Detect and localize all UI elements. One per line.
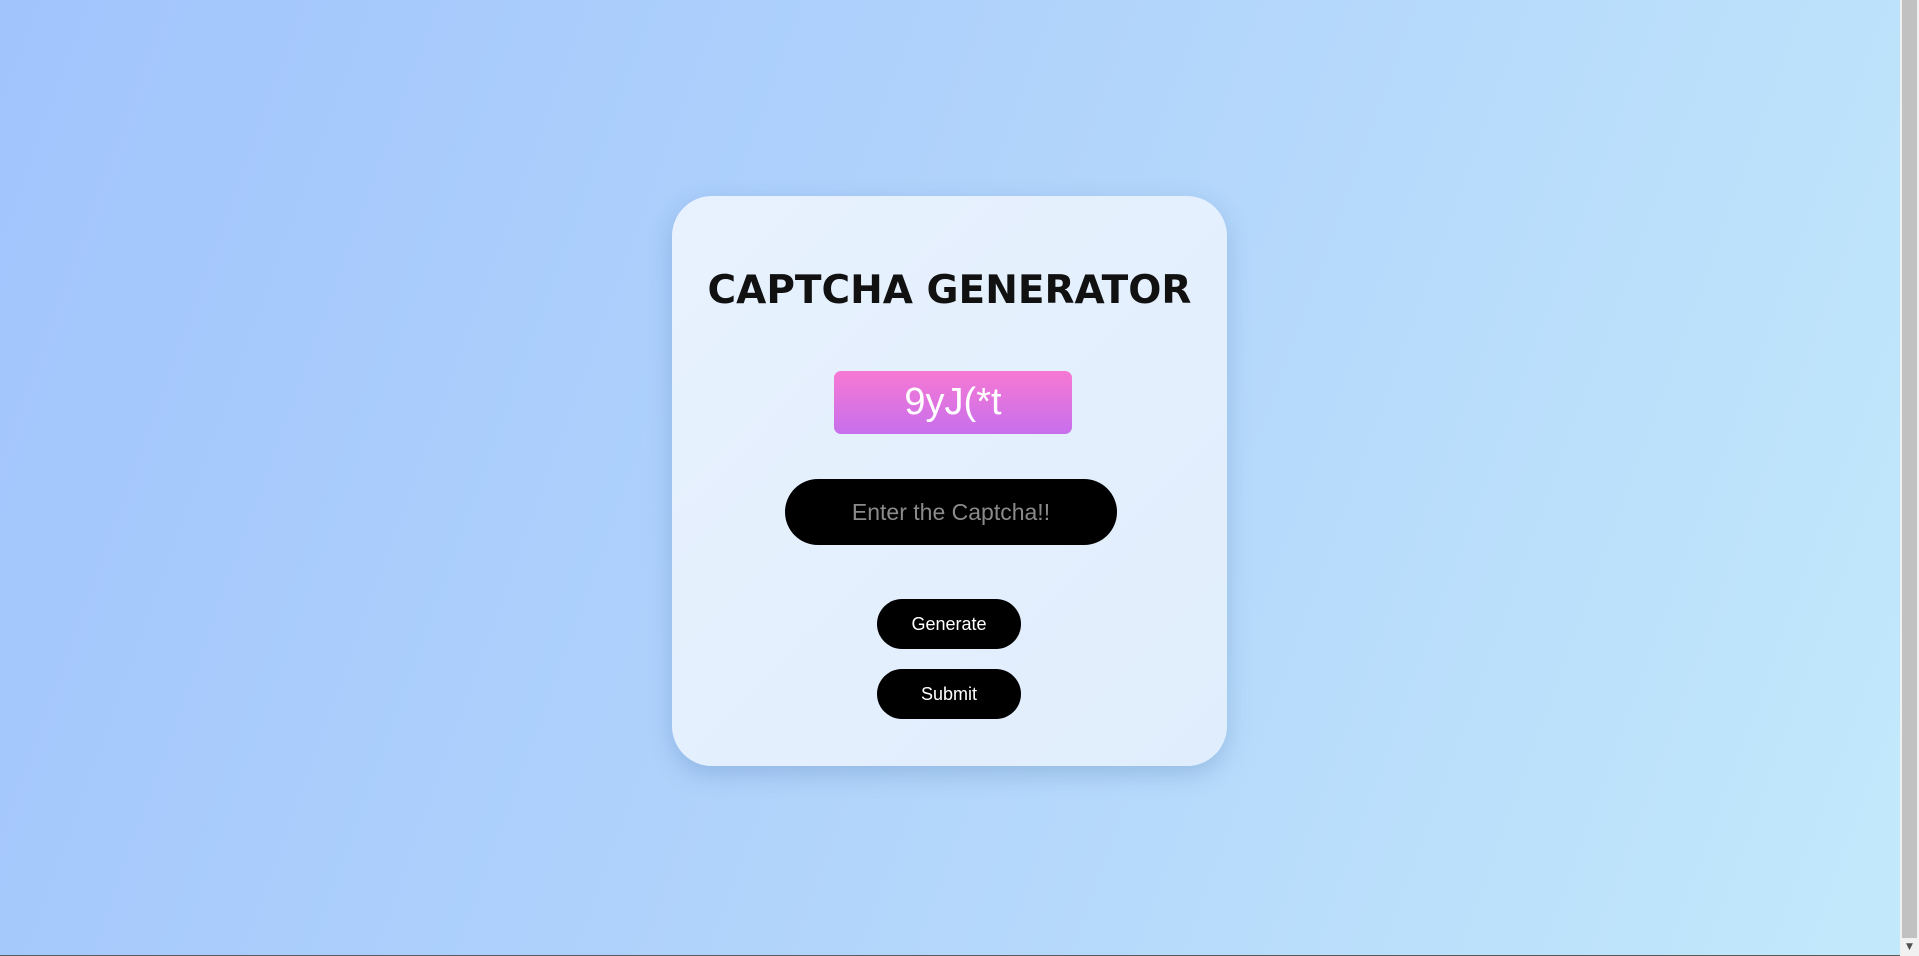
captcha-display: 9yJ(*t [834,371,1072,434]
vertical-scrollbar[interactable]: ▼ [1900,0,1919,956]
scrollbar-thumb[interactable] [1902,0,1917,938]
page-background: CAPTCHA GENERATOR 9yJ(*t Generate Submit [0,0,1900,955]
submit-button[interactable]: Submit [877,669,1021,719]
generate-button[interactable]: Generate [877,599,1021,649]
scroll-down-arrow-icon[interactable]: ▼ [1900,938,1919,956]
page-title: CAPTCHA GENERATOR [707,268,1192,313]
captcha-input[interactable] [785,479,1117,545]
captcha-card: CAPTCHA GENERATOR 9yJ(*t Generate Submit [672,196,1227,766]
